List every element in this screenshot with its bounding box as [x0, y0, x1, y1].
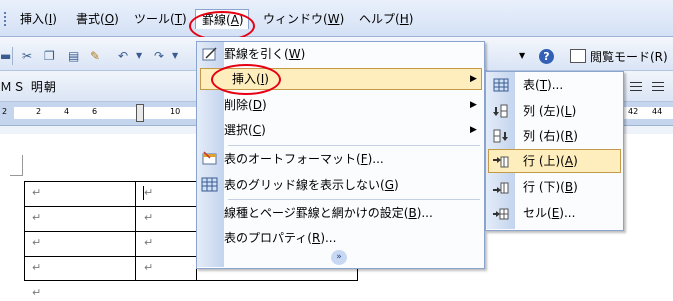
submenu-arrow-icon: ▶ [470, 74, 477, 84]
insert-row-below-icon [493, 182, 509, 194]
undo-dropdown-icon[interactable]: ▼ [136, 49, 142, 63]
menu-item-delete[interactable]: 削除(D) [224, 94, 267, 116]
ruler-text-area [14, 107, 196, 119]
menu-item-hide-gridlines[interactable]: 表のグリッド線を表示しない(G) [224, 174, 399, 196]
menu-tools[interactable]: ツール(T) [134, 10, 187, 28]
book-icon [570, 49, 586, 63]
zoom-dropdown-icon[interactable]: ▼ [519, 48, 531, 64]
undo-icon[interactable]: ↶ [118, 49, 128, 63]
submenu-item-column-right[interactable]: 列 (右)(R) [523, 125, 578, 147]
submenu-item-table[interactable]: 表(T)... [523, 74, 563, 96]
menu-window[interactable]: ウィンドウ(W) [263, 10, 344, 28]
gridlines-icon [201, 177, 218, 192]
cell-end-mark: ↵ [144, 261, 154, 274]
ruler-tick: 6 [92, 107, 98, 116]
insert-column-left-icon [493, 104, 508, 118]
font-name-box[interactable]: ＭＳ 明朝 [0, 78, 57, 95]
copy-icon[interactable]: ❐ [44, 49, 55, 63]
autoformat-icon [202, 151, 217, 165]
ruler-column-marker[interactable] [136, 104, 144, 122]
menu-help[interactable]: ヘルプ(H) [359, 10, 413, 28]
menu-item-select[interactable]: 選択(C) [224, 119, 266, 141]
submenu-item-row-above[interactable]: 行 (上)(A) [523, 150, 578, 172]
menu-item-insert[interactable]: 挿入(I) [232, 68, 269, 90]
format-painter-icon[interactable]: ✎ [90, 49, 100, 63]
cell-end-mark: ↵ [32, 261, 42, 274]
submenu-item-row-below[interactable]: 行 (下)(B) [523, 176, 578, 198]
insert-cells-icon [493, 208, 509, 220]
insert-row-above-icon [493, 156, 509, 168]
redo-dropdown-icon[interactable]: ▼ [172, 49, 178, 63]
submenu-item-cells[interactable]: セル(E)... [523, 202, 575, 224]
reading-mode-label: 閲覧モード(R) [590, 50, 668, 64]
menu-format[interactable]: 書式(O) [76, 10, 119, 28]
menu-separator [228, 145, 480, 146]
insert-column-right-icon [493, 129, 508, 143]
alignment-icons[interactable] [628, 80, 673, 94]
insert-table-icon [493, 78, 509, 92]
ruler-tick: 2 [2, 107, 8, 116]
cell-end-mark: ↵ [32, 186, 42, 199]
cell-end-mark: ↵ [144, 211, 154, 224]
menu-item-borders-shading[interactable]: 線種とページ罫線と網かけの設定(B)... [224, 202, 433, 224]
ruler-tick: 4 [64, 107, 70, 116]
paragraph-mark: ↵ [32, 286, 42, 299]
submenu-item-column-left[interactable]: 列 (左)(L) [523, 100, 576, 122]
toolbar-separator [12, 47, 13, 65]
menu-item-draw-table[interactable]: 罫線を引く(W) [224, 43, 305, 65]
ruler-tick: 42 [628, 107, 639, 116]
menu-bar: 挿入(I) 書式(O) ツール(T) 罫線(A) ウィンドウ(W) ヘルプ(H) [0, 0, 673, 37]
cell-end-mark: ↵ [32, 236, 42, 249]
cell-end-mark: ↵ [144, 186, 154, 199]
menu-insert[interactable]: 挿入(I) [20, 10, 57, 28]
page-corner-mark [10, 155, 23, 176]
ruler-tick: 2 [36, 107, 42, 116]
expand-menu-icon[interactable]: » [331, 250, 347, 265]
submenu-arrow-icon: ▶ [470, 100, 477, 110]
menu-item-table-properties[interactable]: 表のプロパティ(R)... [224, 227, 336, 249]
help-icon[interactable]: ? [539, 49, 554, 64]
ruler-tick: 44 [652, 107, 663, 116]
paste-icon[interactable]: ▤ [68, 49, 79, 63]
menu-separator [228, 199, 480, 200]
print-icon[interactable]: ▬ [0, 49, 11, 63]
reading-mode-button[interactable]: 閲覧モード(R) [566, 47, 672, 67]
cell-end-mark: ↵ [32, 211, 42, 224]
submenu-arrow-icon: ▶ [470, 125, 477, 135]
redo-icon[interactable]: ↷ [154, 49, 164, 63]
menu-table[interactable]: 罫線(A) [195, 9, 249, 29]
draw-table-icon [202, 47, 217, 61]
ruler-tick: 10 [170, 107, 181, 116]
toolbar-grip[interactable] [4, 12, 9, 26]
cell-end-mark: ↵ [144, 236, 154, 249]
menu-item-autoformat[interactable]: 表のオートフォーマット(F)... [224, 148, 384, 170]
cut-icon[interactable]: ✂ [22, 49, 32, 63]
